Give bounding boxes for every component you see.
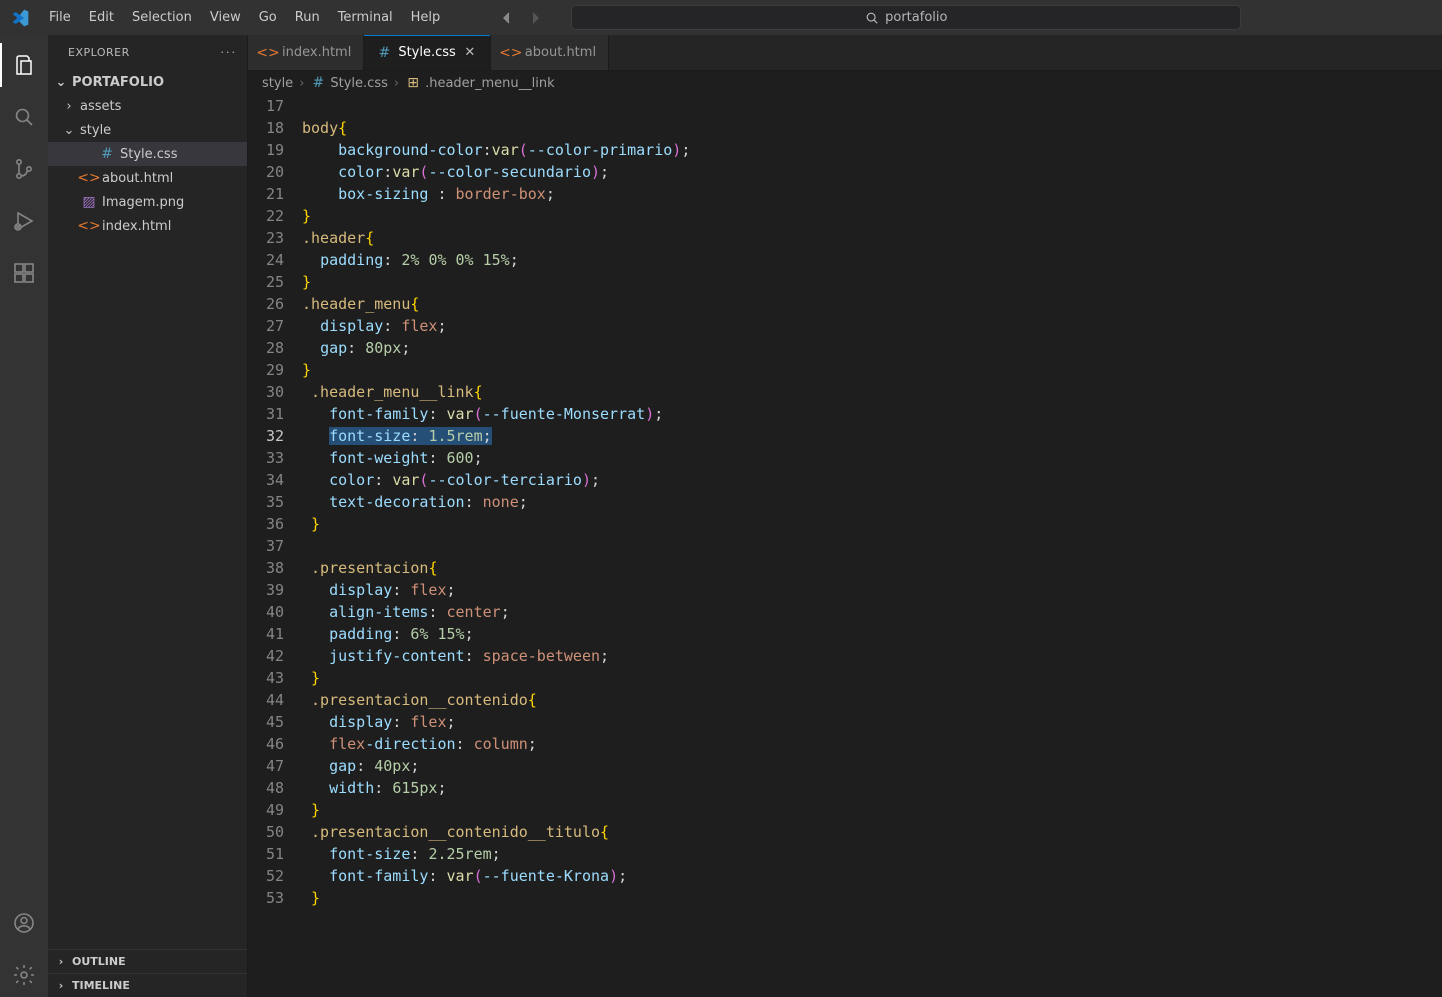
title-bar: FileEditSelectionViewGoRunTerminalHelp p… [0,0,1442,35]
explorer-root[interactable]: ⌄ PORTAFOLIO [48,70,247,94]
css-icon: # [376,45,392,61]
tab-label: index.html [282,45,351,60]
more-icon[interactable]: ··· [221,46,238,59]
crumb-label: Style.css [330,76,387,91]
activity-source-control[interactable] [0,147,48,191]
tab-Style.css[interactable]: # Style.css ✕ [364,35,490,70]
menu-go[interactable]: Go [250,6,286,29]
activity-bar [0,35,48,997]
sidebar-header: EXPLORER ··· [48,35,247,70]
symbol-icon: ⊞ [405,75,421,91]
chevron-right-icon: › [299,76,304,91]
folder-assets[interactable]: › assets [48,94,247,118]
menu-terminal[interactable]: Terminal [329,6,402,29]
menu-edit[interactable]: Edit [80,6,123,29]
activity-search[interactable] [0,95,48,139]
search-icon [865,11,879,25]
tree-label: assets [80,99,121,114]
activity-extensions[interactable] [0,251,48,295]
file-Style.css[interactable]: # Style.css [48,142,247,166]
tab-label: Style.css [398,45,455,60]
html-icon: <> [80,218,98,234]
sidebar: EXPLORER ··· ⌄ PORTAFOLIO › assets ⌄ style #… [48,35,248,997]
menu-help[interactable]: Help [402,6,450,29]
command-center-text: portafolio [885,10,947,25]
breadcrumb[interactable]: style › # Style.css › ⊞ .header_menu__link [248,71,1442,95]
html-icon: <> [80,170,98,186]
tab-bar: <> index.html # Style.css ✕ <> about.html [248,35,1442,71]
vscode-icon [10,8,30,28]
tab-index.html[interactable]: <> index.html [248,35,364,70]
tree-label: style [80,123,111,138]
tree-label: about.html [102,171,173,186]
css-icon: # [98,146,116,162]
crumb-label: .header_menu__link [425,76,555,91]
root-label: PORTAFOLIO [72,75,164,90]
chevron-down-icon: ⌄ [62,123,76,138]
activity-settings[interactable] [0,953,48,997]
tree-label: Imagem.png [102,195,184,210]
outline-section[interactable]: › OUTLINE [48,949,247,973]
close-icon[interactable]: ✕ [462,45,478,60]
menu-run[interactable]: Run [286,6,329,29]
menu-selection[interactable]: Selection [123,6,201,29]
line-gutter: 1718192021222324252627282930313233343536… [248,95,302,997]
nav-arrows [493,6,549,30]
timeline-label: TIMELINE [72,979,130,992]
chevron-right-icon: › [394,76,399,91]
menu-bar: FileEditSelectionViewGoRunTerminalHelp [40,10,449,25]
html-icon: <> [503,45,519,61]
file-index.html[interactable]: <> index.html [48,214,247,238]
file-about.html[interactable]: <> about.html [48,166,247,190]
nav-back-icon[interactable] [493,6,521,30]
outline-label: OUTLINE [72,955,126,968]
tab-label: about.html [525,45,596,60]
menu-view[interactable]: View [201,6,250,29]
file-tree: › assets ⌄ style # Style.css <> about.html ▨ Imag… [48,94,247,949]
chevron-down-icon: ⌄ [54,75,68,90]
crumb-Style.css[interactable]: # Style.css [310,75,387,91]
activity-explorer[interactable] [0,43,48,87]
menu-file[interactable]: File [40,6,80,29]
command-center[interactable]: portafolio [571,5,1241,30]
crumb-style[interactable]: style [262,76,293,91]
image-icon: ▨ [80,194,98,210]
tree-label: index.html [102,219,171,234]
code-editor[interactable]: 1718192021222324252627282930313233343536… [248,95,1442,997]
timeline-section[interactable]: › TIMELINE [48,973,247,997]
file-Imagem.png[interactable]: ▨ Imagem.png [48,190,247,214]
nav-forward-icon[interactable] [521,6,549,30]
chevron-right-icon: › [54,979,68,992]
folder-style[interactable]: ⌄ style [48,118,247,142]
chevron-right-icon: › [54,955,68,968]
chevron-right-icon: › [62,99,76,114]
tab-about.html[interactable]: <> about.html [491,35,609,70]
activity-run-debug[interactable] [0,199,48,243]
crumb-.header_menu__link[interactable]: ⊞ .header_menu__link [405,75,555,91]
tree-label: Style.css [120,147,177,162]
html-icon: <> [260,45,276,61]
sidebar-title: EXPLORER [68,46,130,59]
css-icon: # [310,75,326,91]
activity-accounts[interactable] [0,901,48,945]
crumb-label: style [262,76,293,91]
code-lines[interactable]: body{ background-color:var(--color-prima… [302,95,1442,997]
editor-area: <> index.html # Style.css ✕ <> about.html styl… [248,35,1442,997]
